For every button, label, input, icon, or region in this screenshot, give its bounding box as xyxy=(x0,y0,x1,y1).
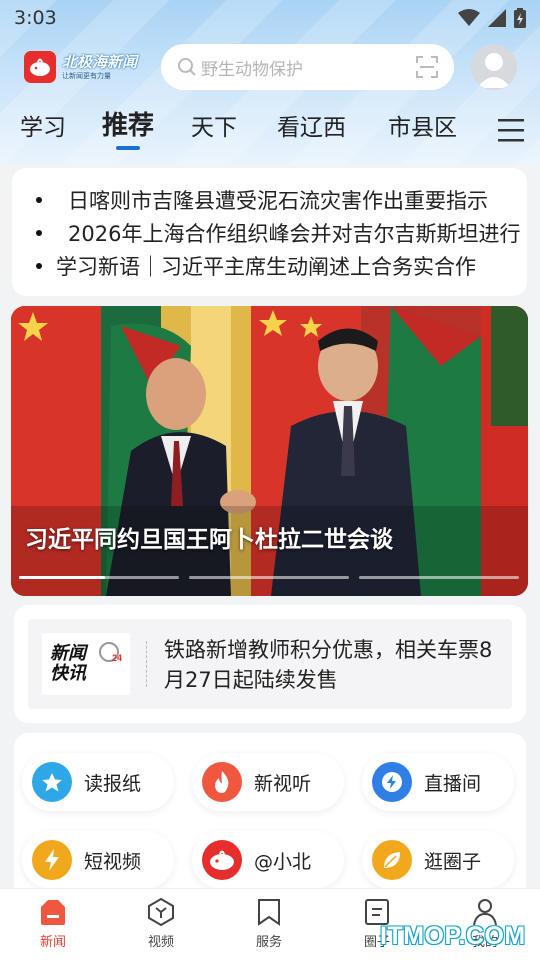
bookmark-icon xyxy=(258,899,280,926)
service-label: 逛圈子 xyxy=(424,850,482,873)
ticker-text: 2026年上海合作组织峰会并对吉尔吉斯斯坦进行国事访问 xyxy=(68,222,522,246)
signal-icon xyxy=(488,9,506,27)
ticker-item[interactable]: 2026年上海合作组织峰会并对吉尔吉斯斯坦进行国事访问 xyxy=(32,215,522,251)
scan-icon[interactable] xyxy=(416,56,438,78)
app-logo[interactable]: 北极海新闻 让新闻更有力量 xyxy=(24,50,154,84)
clock-icon: 24 xyxy=(99,642,122,663)
status-bar: 3:03 xyxy=(0,0,540,36)
news-flash-logo-line2: 快讯 xyxy=(50,663,86,684)
ticker-item[interactable]: 日喀则市吉隆县遭受泥石流灾害作出重要指示 xyxy=(32,182,522,218)
service-label: 短视频 xyxy=(84,850,142,873)
service-label: 直播间 xyxy=(424,772,482,795)
service-short-video[interactable]: 短视频 xyxy=(22,831,174,889)
service-label: 读报纸 xyxy=(84,772,142,795)
carousel-dot-active xyxy=(19,576,105,579)
ticker-item[interactable]: 学习新语｜习近平主席生动阐述上合务实合作 xyxy=(32,248,522,284)
user-avatar-icon xyxy=(477,53,511,88)
news-flash-inner: 新闻 快讯 24 铁路新增教师积分优惠，相关车票8月27日起陆续发售 xyxy=(28,619,512,709)
nav-services[interactable]: 服务 xyxy=(224,897,314,957)
news-flash-text: 铁路新增教师积分优惠，相关车票8月27日起陆续发售 xyxy=(164,638,493,692)
menu-icon[interactable] xyxy=(498,118,524,142)
battery-icon xyxy=(514,8,526,28)
whale-icon xyxy=(202,840,242,880)
carousel-indicator xyxy=(19,576,519,580)
news-icon xyxy=(41,900,65,925)
logo-slogan: 让新闻更有力量 xyxy=(62,71,111,80)
video-icon xyxy=(148,897,174,927)
headline-banner[interactable]: 习近平同约旦国王阿卜杜拉二世会谈 xyxy=(11,306,528,596)
bullet xyxy=(36,197,42,203)
ticker-text: 学习新语｜习近平主席生动阐述上合务实合作 xyxy=(56,255,476,279)
leaf-icon xyxy=(372,840,412,880)
logo-name: 北极海新闻 xyxy=(62,52,138,71)
search-box[interactable]: 野生动物保护 xyxy=(161,44,454,90)
tab-study[interactable]: 学习 xyxy=(20,108,66,142)
whale-icon xyxy=(24,51,56,83)
status-icons xyxy=(458,8,526,28)
search-placeholder: 野生动物保护 xyxy=(201,59,303,80)
news-flash-logo: 新闻 快讯 24 xyxy=(42,633,130,695)
lightning-circle-icon xyxy=(372,762,412,802)
bullet xyxy=(36,230,42,236)
tab-liaoxi[interactable]: 看辽西 xyxy=(277,108,346,142)
nav-video[interactable]: 视频 xyxy=(116,897,206,957)
service-read-newspaper[interactable]: 读报纸 xyxy=(22,753,174,811)
top-bar: 北极海新闻 让新闻更有力量 野生动物保护 xyxy=(0,40,540,96)
ticker-text: 日喀则市吉隆县遭受泥石流灾害作出重要指示 xyxy=(68,189,488,213)
clock-badge: 24 xyxy=(112,653,122,663)
avatar[interactable] xyxy=(471,44,517,90)
active-tab-indicator xyxy=(116,146,140,150)
service-circles[interactable]: 逛圈子 xyxy=(362,831,514,889)
tab-county[interactable]: 市县区 xyxy=(388,108,457,142)
bullet xyxy=(36,263,42,269)
tab-recommend[interactable]: 推荐 xyxy=(102,105,154,142)
star-icon xyxy=(32,762,72,802)
divider xyxy=(146,641,147,687)
news-flash-card[interactable]: 新闻 快讯 24 铁路新增教师积分优惠，相关车票8月27日起陆续发售 xyxy=(14,605,526,723)
site-watermark: ITMOP.COM xyxy=(380,922,526,950)
service-new-media[interactable]: 新视听 xyxy=(192,753,344,811)
nav-label: 服务 xyxy=(255,935,282,950)
banner-caption: 习近平同约旦国王阿卜杜拉二世会谈 xyxy=(25,527,393,553)
services-grid: 读报纸 新视听 直播间 短视频 @小北 逛圈子 xyxy=(14,733,526,903)
flame-icon xyxy=(202,762,242,802)
channel-tabs: 学习 推荐 天下 看辽西 市县区 xyxy=(0,108,540,156)
nav-label: 视频 xyxy=(147,935,174,950)
headline-ticker: 日喀则市吉隆县遭受泥石流灾害作出重要指示 2026年上海合作组织峰会并对吉尔吉斯… xyxy=(12,168,527,296)
lightning-icon xyxy=(32,840,72,880)
service-xiaobei[interactable]: @小北 xyxy=(192,831,344,889)
carousel-dot-track xyxy=(359,576,519,579)
carousel-dot-track xyxy=(189,576,349,579)
service-live-room[interactable]: 直播间 xyxy=(362,753,514,811)
nav-news[interactable]: 新闻 xyxy=(8,897,98,957)
tab-world[interactable]: 天下 xyxy=(191,108,237,142)
wifi-icon xyxy=(458,9,480,26)
service-label: @小北 xyxy=(254,850,312,873)
service-label: 新视听 xyxy=(254,772,312,795)
search-icon xyxy=(178,58,196,76)
nav-label: 新闻 xyxy=(39,935,66,950)
status-time: 3:03 xyxy=(14,7,57,29)
